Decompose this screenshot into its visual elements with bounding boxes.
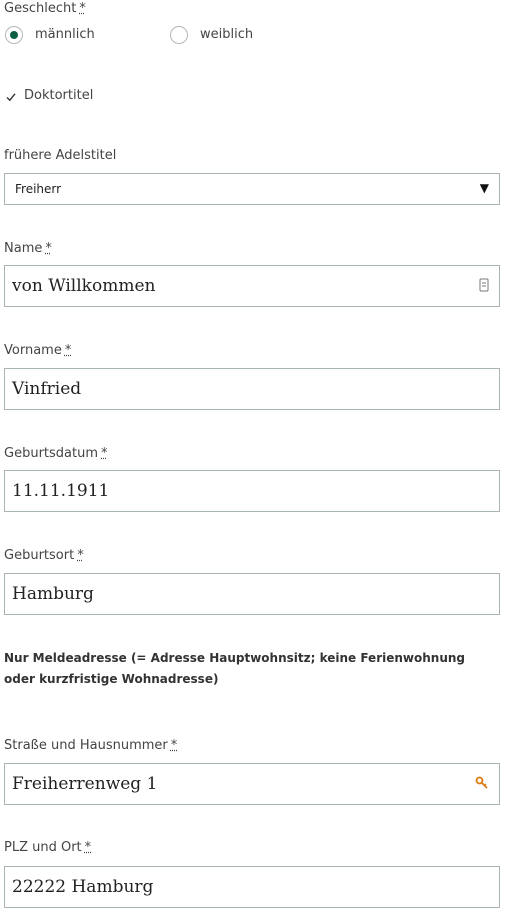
gender-female-label[interactable]: weiblich xyxy=(200,27,253,42)
autofill-key-icon[interactable] xyxy=(475,776,489,790)
address-note: Nur Meldeadresse (= Adresse Hauptwohnsit… xyxy=(4,651,466,686)
name-input-value: von Willkommen xyxy=(12,276,156,296)
birth-date-label: Geburtsdatum * xyxy=(4,446,108,461)
birth-place-input-value: Hamburg xyxy=(12,584,94,604)
birth-place-input[interactable]: Hamburg xyxy=(4,573,500,615)
dropdown-arrow-icon: ▼ xyxy=(479,181,489,195)
birth-place-label: Geburtsort * xyxy=(4,548,84,563)
checkmark-icon xyxy=(6,93,16,102)
street-label: Straße und Hausnummer * xyxy=(4,738,178,753)
doctor-title-label[interactable]: Doktortitel xyxy=(24,88,93,103)
radio-selected-dot xyxy=(10,31,18,39)
zip-city-input-value: 22222 Hamburg xyxy=(12,877,154,897)
street-input[interactable]: Freiherrenweg 1 xyxy=(4,763,500,805)
name-input[interactable]: von Willkommen xyxy=(4,265,500,307)
street-input-value: Freiherrenweg 1 xyxy=(12,774,158,794)
birth-date-input-value: 11.11.1911 xyxy=(12,481,110,501)
contact-card-icon[interactable] xyxy=(479,278,489,292)
gender-radio-male[interactable] xyxy=(5,26,23,44)
noble-title-select[interactable]: Freiherr ▼ xyxy=(4,173,500,205)
birth-date-input[interactable]: 11.11.1911 xyxy=(4,470,500,512)
zip-city-label: PLZ und Ort * xyxy=(4,840,92,855)
doctor-title-checkbox[interactable] xyxy=(5,88,17,102)
first-name-label: Vorname * xyxy=(4,343,72,358)
noble-title-selected-value: Freiherr xyxy=(15,182,62,196)
gender-male-label[interactable]: männlich xyxy=(35,27,95,42)
name-label: Name * xyxy=(4,241,52,256)
noble-title-label: frühere Adelstitel xyxy=(4,148,117,163)
gender-label: Geschlecht * xyxy=(4,1,86,16)
zip-city-input[interactable]: 22222 Hamburg xyxy=(4,866,500,908)
first-name-input-value: Vinfried xyxy=(12,379,82,399)
gender-radio-female[interactable] xyxy=(170,26,188,44)
first-name-input[interactable]: Vinfried xyxy=(4,368,500,410)
